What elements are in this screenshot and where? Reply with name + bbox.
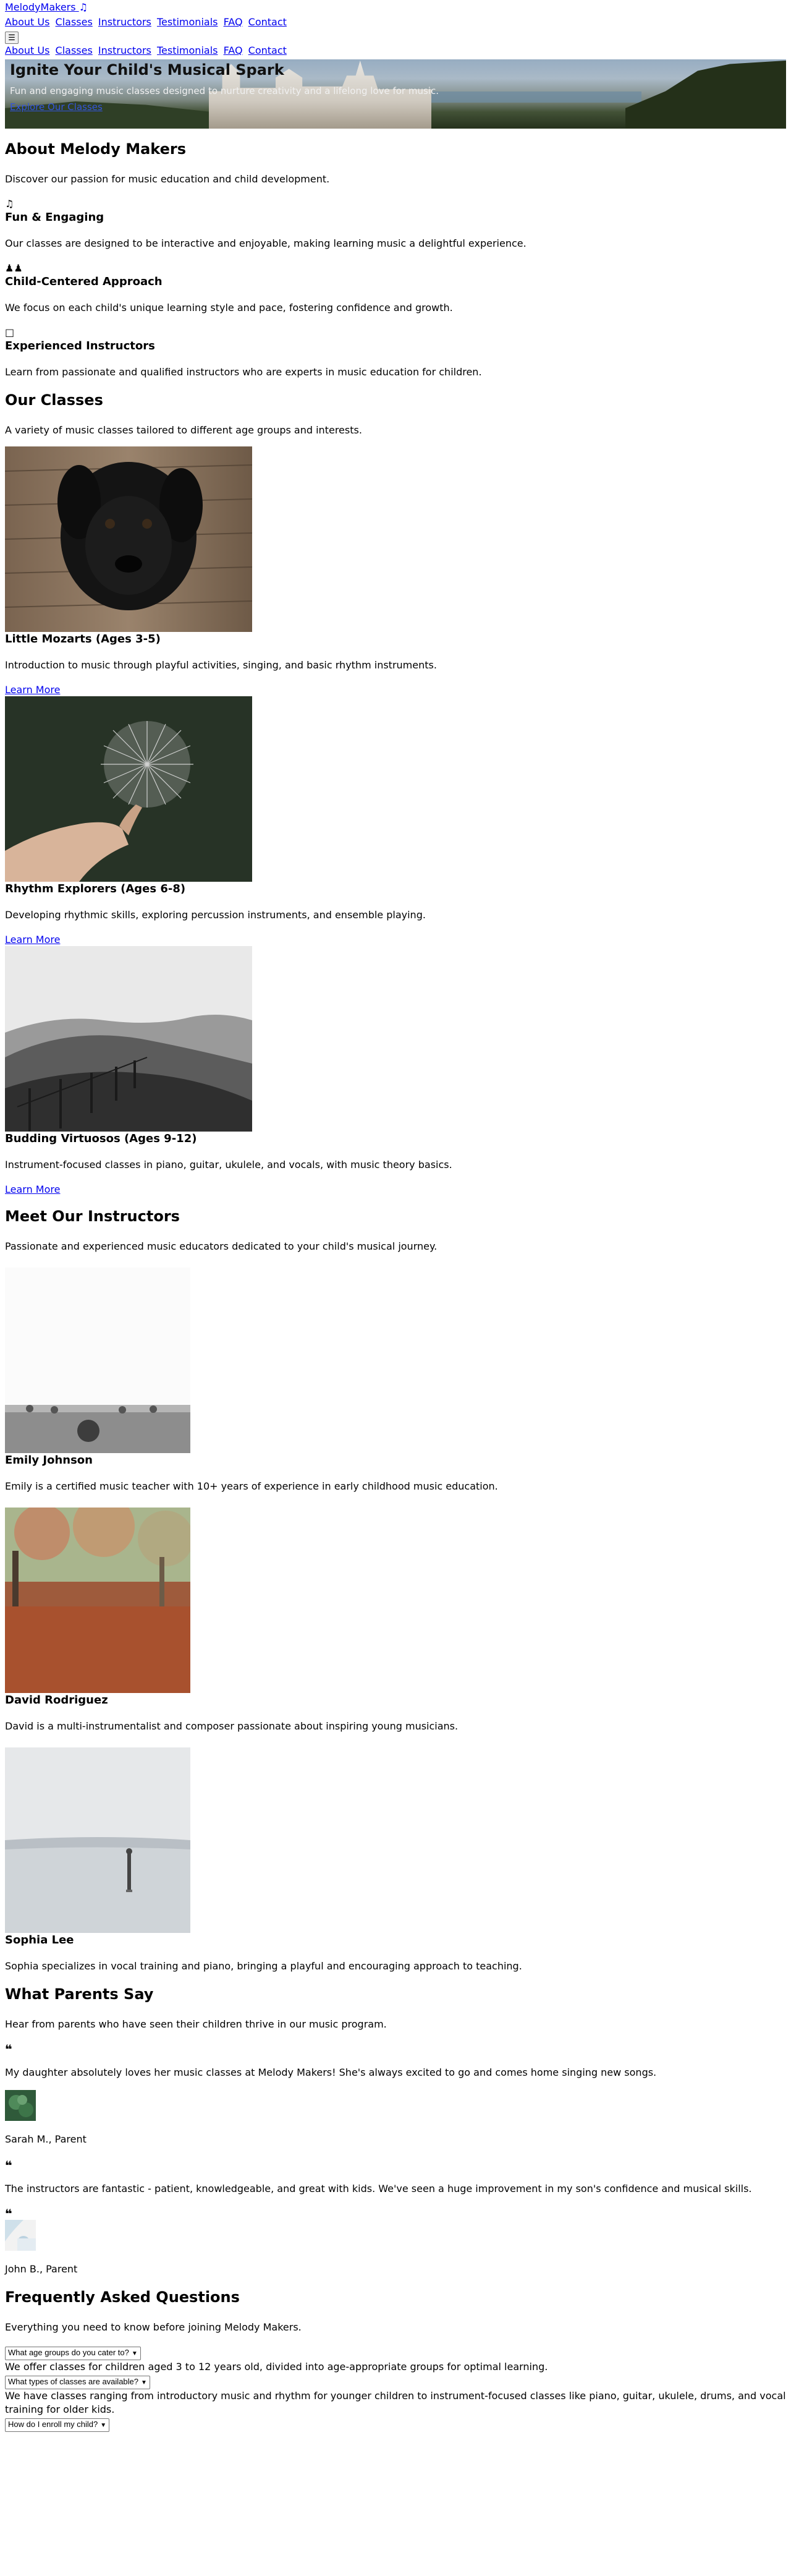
class-title: Rhythm Explorers (Ages 6-8) xyxy=(5,882,186,895)
instructor-photo-david xyxy=(5,1508,190,1693)
chevron-down-icon: ▼ xyxy=(131,2350,138,2357)
faq-intro: Everything you need to know before joini… xyxy=(5,2321,302,2333)
instructor-bio: Sophia specializes in vocal training and… xyxy=(5,1960,522,1972)
classes-title: Our Classes xyxy=(5,391,103,409)
faq-question-toggle[interactable]: What types of classes are available? ▼ xyxy=(5,2376,150,2389)
nav-contact[interactable]: Contact xyxy=(248,16,287,28)
faq-question: How do I enroll my child? xyxy=(8,2420,98,2429)
faq-answer: We offer classes for children aged 3 to … xyxy=(5,2361,548,2373)
mobile-nav: About Us Classes Instructors Testimonial… xyxy=(5,43,786,58)
hero-content: Ignite Your Child's Musical Spark Fun an… xyxy=(10,61,439,113)
teacher-icon: □ xyxy=(5,326,15,338)
music-note-icon: ♫ xyxy=(78,1,88,13)
feature-text: We focus on each child's unique learning… xyxy=(5,302,453,313)
feature-text: Learn from passionate and qualified inst… xyxy=(5,366,482,378)
instructors-section: Meet Our Instructors Passionate and expe… xyxy=(5,1207,786,1974)
learn-more-link[interactable]: Learn More xyxy=(5,934,786,946)
avatar xyxy=(5,2090,36,2121)
nav-classes[interactable]: Classes xyxy=(56,16,93,28)
class-title: Little Mozarts (Ages 3-5) xyxy=(5,633,161,646)
mobile-nav-faq[interactable]: FAQ xyxy=(224,45,243,56)
instructors-intro: Passionate and experienced music educato… xyxy=(5,1240,438,1252)
faq-question: What types of classes are available? xyxy=(8,2377,138,2386)
learn-more-link[interactable]: Learn More xyxy=(5,684,786,696)
testimonials-section: What Parents Say Hear from parents who h… xyxy=(5,1985,786,2277)
instructor-bio: David is a multi-instrumentalist and com… xyxy=(5,1720,459,1732)
classes-section: Our Classes A variety of music classes t… xyxy=(5,391,786,1196)
testimonial-text: The instructors are fantastic - patient,… xyxy=(5,2183,752,2194)
class-description: Introduction to music through playful ac… xyxy=(5,659,437,671)
quote-icon: ❝ xyxy=(5,2042,12,2057)
class-image-budding-virtuosos xyxy=(5,946,252,1132)
class-title: Budding Virtuosos (Ages 9-12) xyxy=(5,1132,197,1145)
feature-title: Experienced Instructors xyxy=(5,339,155,352)
testimonial-text: My daughter absolutely loves her music c… xyxy=(5,2066,657,2078)
faq-question-toggle[interactable]: What age groups do you cater to? ▼ xyxy=(5,2347,141,2360)
explore-classes-button[interactable]: Explore Our Classes xyxy=(10,101,439,113)
hamburger-icon: ☰ xyxy=(8,33,15,42)
faq-section: Frequently Asked Questions Everything yo… xyxy=(5,2288,786,2432)
testimonial-author: Sarah M., Parent xyxy=(5,2133,87,2145)
instructors-title: Meet Our Instructors xyxy=(5,1208,180,1225)
faq-answer: We have classes ranging from introductor… xyxy=(5,2390,786,2415)
class-description: Instrument-focused classes in piano, gui… xyxy=(5,1159,452,1171)
instructor-photo-sophia xyxy=(5,1747,190,1933)
feature-text: Our classes are designed to be interacti… xyxy=(5,237,527,249)
about-section: About Melody Makers Discover our passion… xyxy=(5,140,786,380)
chevron-down-icon: ▼ xyxy=(100,2422,107,2429)
brand-logo-link[interactable]: MelodyMakers ♫ xyxy=(5,1,88,13)
feature-title: Child-Centered Approach xyxy=(5,275,163,288)
faq-question-toggle[interactable]: How do I enroll my child? ▼ xyxy=(5,2418,110,2432)
class-image-rhythm-explorers xyxy=(5,696,252,882)
avatar xyxy=(5,2220,36,2251)
mobile-nav-classes[interactable]: Classes xyxy=(56,45,93,56)
testimonials-title: What Parents Say xyxy=(5,1985,154,2003)
classes-intro: A variety of music classes tailored to d… xyxy=(5,424,362,436)
testimonials-intro: Hear from parents who have seen their ch… xyxy=(5,2018,387,2030)
brand-name: MelodyMakers xyxy=(5,1,76,13)
quote-icon: ❝ xyxy=(5,2158,12,2173)
nav-faq[interactable]: FAQ xyxy=(224,16,243,28)
hero-lake xyxy=(431,92,641,103)
instructor-name: David Rodriguez xyxy=(5,1694,108,1707)
nav-testimonials[interactable]: Testimonials xyxy=(157,16,218,28)
children-icon: ♟♟ xyxy=(5,262,23,274)
class-image-little-mozarts xyxy=(5,446,252,632)
nav-instructors[interactable]: Instructors xyxy=(98,16,151,28)
mobile-nav-contact[interactable]: Contact xyxy=(248,45,287,56)
faq-question: What age groups do you cater to? xyxy=(8,2348,129,2357)
about-intro: Discover our passion for music education… xyxy=(5,173,330,185)
learn-more-link[interactable]: Learn More xyxy=(5,1184,786,1196)
hero-title: Ignite Your Child's Musical Spark xyxy=(10,61,284,79)
faq-title: Frequently Asked Questions xyxy=(5,2288,240,2306)
site-header: MelodyMakers ♫ xyxy=(5,0,786,15)
feature-title: Fun & Engaging xyxy=(5,211,104,224)
mobile-nav-instructors[interactable]: Instructors xyxy=(98,45,151,56)
chevron-down-icon: ▼ xyxy=(141,2379,147,2386)
instructor-photo-emily xyxy=(5,1268,190,1453)
instructor-bio: Emily is a certified music teacher with … xyxy=(5,1480,498,1492)
quote-icon: ❝ xyxy=(5,2206,12,2221)
about-title: About Melody Makers xyxy=(5,140,187,158)
mobile-nav-about-us[interactable]: About Us xyxy=(5,45,49,56)
nav-about-us[interactable]: About Us xyxy=(5,16,49,28)
testimonial-author: John B., Parent xyxy=(5,2263,78,2275)
main-nav: About Us Classes Instructors Testimonial… xyxy=(5,15,786,30)
hero-banner: Ignite Your Child's Musical Spark Fun an… xyxy=(5,59,786,129)
music-note-icon: ♫ xyxy=(5,198,14,210)
hero-subtitle: Fun and engaging music classes designed … xyxy=(10,85,439,96)
menu-toggle-button[interactable]: ☰ xyxy=(5,31,19,44)
instructor-name: Emily Johnson xyxy=(5,1454,93,1467)
class-description: Developing rhythmic skills, exploring pe… xyxy=(5,909,426,921)
hero-hill-right xyxy=(625,61,786,129)
mobile-nav-testimonials[interactable]: Testimonials xyxy=(157,45,218,56)
instructor-name: Sophia Lee xyxy=(5,1934,74,1947)
